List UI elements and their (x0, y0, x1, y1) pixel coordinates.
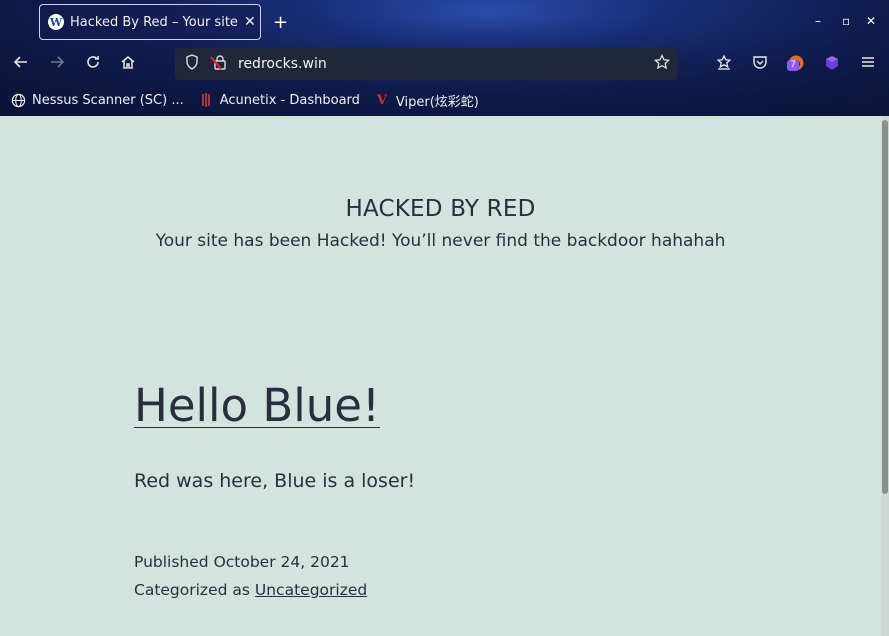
back-icon[interactable] (11, 54, 31, 74)
address-bar[interactable]: redrocks.win (175, 48, 678, 80)
post-title-link[interactable]: Hello Blue! (134, 376, 380, 436)
active-tab[interactable]: W Hacked By Red – Your site has been Hac… (39, 4, 261, 40)
scrollbar-thumb[interactable] (882, 120, 888, 494)
site-title[interactable]: HACKED BY RED (0, 196, 881, 222)
tab-close-icon[interactable]: ✕ (244, 14, 256, 30)
tab-bar: W Hacked By Red – Your site has been Hac… (0, 0, 889, 44)
new-tab-icon[interactable]: + (273, 12, 288, 33)
viper-icon: V (376, 92, 387, 108)
navigation-bar: redrocks.win 7 (0, 44, 889, 84)
bookmark-acunetix[interactable]: Acunetix - Dashboard (198, 92, 360, 108)
post-published: Published October 24, 2021 (134, 553, 350, 571)
menu-icon[interactable] (858, 54, 878, 74)
minimize-icon[interactable]: – (815, 14, 821, 28)
bookmark-label: Acunetix - Dashboard (219, 92, 360, 108)
window-close-icon[interactable]: ✕ (866, 14, 876, 28)
site-description: Your site has been Hacked! You’ll never … (155, 231, 726, 251)
globe-icon (10, 92, 26, 108)
post-body: Red was here, Blue is a loser! (134, 470, 416, 492)
bookmark-label: Nessus Scanner (SC) ... (32, 92, 184, 108)
reload-icon[interactable] (83, 54, 103, 74)
published-label: Published (134, 553, 209, 571)
maximize-icon[interactable]: ▫ (842, 14, 850, 28)
page-content: HACKED BY RED Your site has been Hacked!… (0, 116, 881, 636)
category-label: Categorized as (134, 581, 250, 599)
wordpress-icon: W (48, 14, 64, 30)
shield-icon[interactable] (184, 54, 200, 74)
reading-list-icon[interactable] (714, 54, 734, 74)
acunetix-icon (198, 92, 214, 108)
bookmark-nessus[interactable]: Nessus Scanner (SC) ... (10, 92, 184, 108)
bookmarks-toolbar: Nessus Scanner (SC) ... Acunetix - Dashb… (0, 84, 889, 116)
extension-badge: 7 (787, 60, 799, 71)
bookmark-label: Viper(炫彩蛇) (395, 94, 479, 110)
category-link[interactable]: Uncategorized (255, 581, 367, 599)
bookmark-star-icon[interactable] (653, 53, 671, 74)
scrollbar[interactable] (881, 116, 889, 636)
published-date: October 24, 2021 (213, 553, 350, 571)
insecure-lock-icon[interactable] (210, 54, 228, 74)
forward-icon[interactable] (47, 54, 67, 74)
home-icon[interactable] (118, 54, 138, 74)
pocket-icon[interactable] (750, 54, 770, 74)
post-category: Categorized as Uncategorized (134, 581, 367, 599)
tab-title: Hacked By Red – Your site has been Hacke… (70, 14, 240, 30)
extension-cube-icon[interactable]: 7 (787, 54, 842, 74)
bookmark-viper[interactable]: V Viper(炫彩蛇) (374, 91, 479, 110)
url-text[interactable]: redrocks.win (238, 56, 327, 72)
